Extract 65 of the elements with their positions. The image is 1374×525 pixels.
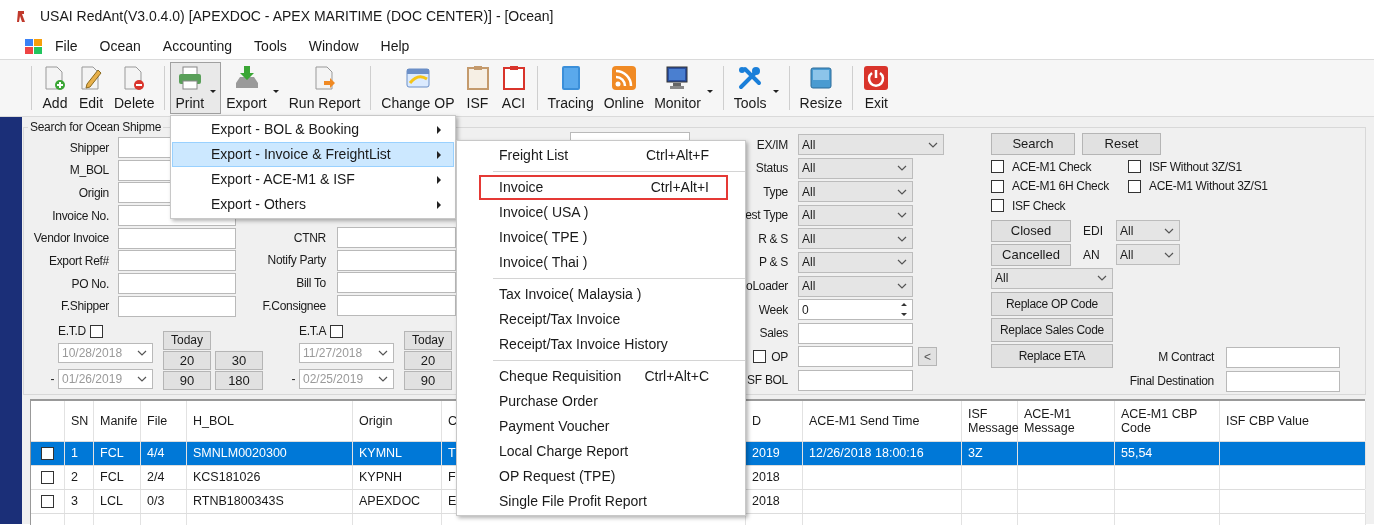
table-cell-text: 2 — [71, 469, 78, 487]
field-label: Notify Party — [266, 252, 326, 270]
field-label: F.Shipper — [60, 298, 109, 316]
field-label: Invoice No. — [51, 207, 109, 225]
field-label: est Type — [745, 207, 788, 225]
field-label: Sales — [759, 325, 788, 343]
field-label: Status — [755, 160, 788, 178]
checkbox-label: ACE-M1 6H Check — [1012, 178, 1109, 196]
table-cell-text: FCL — [100, 469, 124, 487]
field-label: Origin — [77, 184, 109, 202]
field-label: SF BOL — [747, 372, 788, 390]
checkbox-label: ISF Without 3Z/S1 — [1149, 158, 1242, 176]
table-cell-text: 55,54 — [1121, 445, 1153, 463]
field-label: EX/IM — [756, 136, 788, 154]
shortcut-text: Ctrl+Alt+F — [646, 146, 709, 165]
table-cell-text: 2018 — [752, 469, 780, 487]
field-label: E.T.D — [58, 323, 86, 341]
field-label: P & S — [759, 254, 788, 272]
field-label: Final Destination — [1128, 373, 1214, 390]
checkbox-label: ACE-M1 Without 3Z/S1 — [1149, 178, 1268, 196]
table-cell-text: APEXDOC — [359, 493, 421, 511]
table-cell-text: 0/3 — [147, 493, 165, 511]
table-cell-text: E — [448, 493, 457, 511]
field-label: Shipper — [68, 139, 109, 157]
table-cell-text: RTNB1800343S — [193, 493, 284, 511]
field-label: Bill To — [295, 274, 326, 292]
table-cell-text: 3Z — [968, 445, 983, 463]
table-cell-text: 12/26/2018 18:00:16 — [809, 445, 924, 463]
table-cell-text: 2019 — [752, 445, 780, 463]
table-cell-text: F — [448, 469, 456, 487]
field-label: AN — [1083, 246, 1101, 264]
field-label: M_BOL — [68, 162, 109, 180]
table-cell-text: KYMNL — [359, 445, 403, 463]
field-label: F.Consignee — [261, 297, 326, 315]
field-label: Vendor Invoice — [32, 230, 109, 248]
table-cell-text: 3 — [71, 493, 78, 511]
shortcut-text: Ctrl+Alt+C — [644, 367, 709, 386]
table-cell-text: LCL — [100, 493, 123, 511]
group-title: Search for Ocean Shipme — [28, 119, 164, 135]
table-cell-text: T — [448, 445, 456, 463]
field-label: E.T.A — [299, 323, 327, 341]
table-cell-text: SMNLM0020300 — [193, 445, 287, 463]
field-label: OP — [771, 348, 788, 366]
table-cell-text: 2/4 — [147, 469, 165, 487]
field-label: R & S — [758, 230, 788, 248]
field-label: M Contract — [1157, 349, 1214, 366]
field-label: oLoader — [746, 278, 788, 296]
table-cell-text: KYPNH — [359, 469, 403, 487]
window-title: USAI RedAnt(V3.0.4.0) [APEXDOC - APEX MARITIME (DOC CENTER)] - [Ocean] — [40, 7, 554, 26]
table-cell-text: 4/4 — [147, 445, 165, 463]
field-label: PO No. — [70, 275, 109, 293]
field-label: CTNR — [292, 229, 326, 247]
field-label: EDI — [1083, 222, 1104, 240]
checkbox-label: ACE-M1 Check — [1012, 158, 1092, 176]
field-label: Export Ref# — [47, 252, 109, 270]
dash: - — [49, 370, 56, 388]
field-label: Week — [758, 301, 788, 319]
checkbox-label: ISF Check — [1012, 197, 1066, 215]
table-cell-text: FCL — [100, 445, 124, 463]
field-label: Type — [763, 183, 788, 201]
table-cell-text: 1 — [71, 445, 78, 463]
table-cell-text: KCS181026 — [193, 469, 261, 487]
table-cell-text: 2018 — [752, 493, 780, 511]
dash: - — [290, 370, 297, 388]
shortcut-text: Ctrl+Alt+I — [650, 178, 709, 197]
